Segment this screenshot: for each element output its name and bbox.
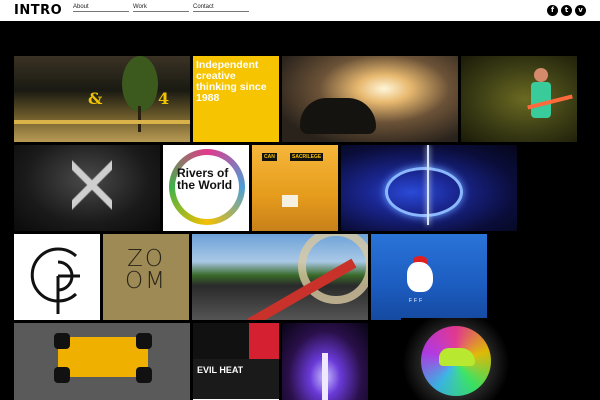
vimeo-icon[interactable]: v — [575, 5, 586, 16]
project-tile-storefront[interactable]: & 4 — [14, 56, 190, 142]
facebook-icon[interactable]: f — [547, 5, 558, 16]
wheel-image — [136, 333, 152, 349]
wheel-image — [54, 333, 70, 349]
gp-logo-icon — [30, 247, 80, 314]
store-sign-four: 4 — [158, 89, 170, 108]
sacrilege-box-image — [282, 195, 298, 207]
car-image — [300, 98, 376, 134]
project-tile-gp-logo[interactable] — [14, 234, 100, 320]
stage-beam-image — [322, 353, 328, 400]
project-tile-stage-lights[interactable] — [282, 323, 368, 400]
top-bar: INTRO About Work Contact f t v — [0, 0, 600, 21]
collage-caption: EVIL HEAT — [193, 359, 279, 399]
sacrilege-sign: SACRILEGE — [290, 153, 324, 161]
collage-block — [249, 323, 279, 359]
wheel-image — [136, 367, 152, 383]
lightning-bolt-image — [427, 145, 429, 225]
collage-block — [193, 323, 249, 359]
wheel-image — [54, 367, 70, 383]
rivers-title: Rivers of the World — [177, 166, 233, 192]
fff-badge: FFF — [409, 298, 425, 304]
tree-trunk-image — [138, 106, 141, 132]
tree-image — [122, 56, 158, 112]
project-tile-f1-car[interactable] — [14, 323, 190, 400]
project-tile-electric-ring[interactable] — [341, 145, 517, 231]
site-logo[interactable]: INTRO — [14, 3, 62, 18]
project-tile-mesh[interactable] — [14, 145, 160, 231]
project-tile-sneaker-orb[interactable] — [401, 318, 511, 400]
mesh-cross-image — [72, 157, 112, 213]
nav-about[interactable]: About — [73, 4, 129, 12]
electric-ring-image — [385, 167, 463, 217]
project-tile-guitarist[interactable] — [461, 56, 577, 142]
project-tile-zoom[interactable]: ZO OM — [103, 234, 189, 320]
store-awning — [14, 120, 190, 124]
project-tile-rivers-of-the-world[interactable]: Rivers of the World — [163, 145, 249, 231]
tagline-tile: Independent creative thinking since 1988 — [193, 56, 279, 142]
store-sign-ampersand: & — [88, 89, 103, 108]
project-tile-fff-rooster[interactable]: FFF — [371, 234, 487, 320]
nav-work[interactable]: Work — [133, 4, 189, 12]
rooster-icon — [407, 262, 433, 292]
project-tile-sacrilege[interactable]: CAN SACRILEGE — [252, 145, 338, 231]
twitter-icon[interactable]: t — [561, 5, 572, 16]
project-tile-race-track[interactable] — [192, 234, 368, 320]
sneaker-image — [439, 348, 475, 366]
project-tile-evil-heat[interactable]: EVIL HEAT — [193, 323, 279, 400]
nav-contact[interactable]: Contact — [193, 4, 249, 12]
guitarist-head-image — [534, 68, 548, 82]
project-tile-car-sunset[interactable] — [282, 56, 458, 142]
f1-car-image — [58, 337, 148, 377]
sacrilege-sign-can: CAN — [262, 153, 277, 161]
